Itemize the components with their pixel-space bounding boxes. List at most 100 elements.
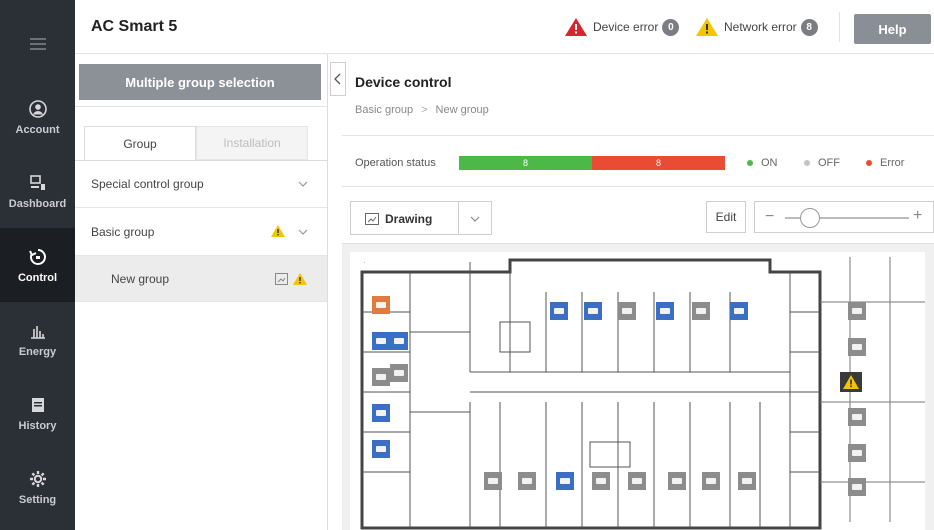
zoom-out-icon[interactable]: − (765, 208, 774, 226)
view-selector-label-wrap: Drawing (365, 212, 432, 226)
tree-item-basic-group[interactable]: Basic group (75, 208, 327, 256)
indoor-unit-off[interactable] (628, 472, 646, 490)
indoor-unit-off[interactable] (592, 472, 610, 490)
header-divider (839, 12, 840, 42)
ac-unit-icon (852, 308, 862, 314)
chevron-right-icon: > (421, 104, 428, 116)
nav-label-energy: Energy (18, 345, 57, 358)
device-error-indicator[interactable]: Device error 0 (565, 18, 680, 36)
ac-unit-icon (376, 446, 386, 452)
drawing-icon (275, 273, 288, 285)
edit-button[interactable]: Edit (706, 201, 746, 233)
tab-installation[interactable]: Installation (196, 126, 308, 160)
indoor-unit-off[interactable] (848, 338, 866, 356)
nav-item-history[interactable]: History (0, 376, 75, 450)
ac-unit-icon (488, 478, 498, 484)
ac-unit-icon (522, 478, 532, 484)
indoor-unit-off[interactable] (518, 472, 536, 490)
indoor-unit-off[interactable] (372, 368, 390, 386)
chevron-down-icon[interactable] (297, 226, 309, 238)
ac-unit-icon (596, 478, 606, 484)
legend-error: Error (866, 157, 904, 169)
breadcrumb-item[interactable]: New group (436, 104, 489, 116)
view-selector-dropdown[interactable]: Drawing (350, 201, 492, 235)
group-panel: Multiple group selection Group Installat… (75, 54, 328, 530)
ac-unit-icon (560, 478, 570, 484)
indoor-unit-error[interactable] (372, 296, 390, 314)
indoor-unit-off[interactable] (848, 444, 866, 462)
floor-plan (350, 252, 925, 530)
indoor-unit-on[interactable] (390, 332, 408, 350)
indoor-unit-off[interactable] (618, 302, 636, 320)
account-icon (28, 99, 48, 119)
ac-unit-icon (660, 308, 670, 314)
ac-unit-icon (852, 450, 862, 456)
nav-item-account[interactable]: Account (0, 80, 75, 154)
nav-label-account: Account (15, 123, 60, 136)
indoor-unit-warning[interactable] (840, 372, 862, 392)
indoor-unit-off[interactable] (390, 364, 408, 382)
tree-item-special-control-group[interactable]: Special control group (75, 160, 327, 208)
drawing-canvas[interactable] (342, 243, 934, 530)
ac-unit-icon (632, 478, 642, 484)
ac-unit-icon (742, 478, 752, 484)
zoom-in-icon[interactable]: + (913, 207, 922, 225)
legend-dot-on (747, 160, 753, 166)
ac-unit-icon (734, 308, 744, 314)
collapse-panel-button[interactable] (330, 62, 346, 96)
indoor-unit-off[interactable] (668, 472, 686, 490)
indoor-unit-on[interactable] (556, 472, 574, 490)
indoor-unit-off[interactable] (692, 302, 710, 320)
indoor-unit-on[interactable] (656, 302, 674, 320)
indoor-unit-off[interactable] (702, 472, 720, 490)
warning-icon (293, 273, 307, 285)
breadcrumb-item[interactable]: Basic group (355, 104, 413, 116)
indoor-unit-off[interactable] (848, 478, 866, 496)
legend-dot-error (866, 160, 872, 166)
operation-status-label: Operation status (355, 157, 436, 169)
zoom-handle[interactable] (800, 208, 820, 228)
tree-item-new-group[interactable]: New group (75, 256, 327, 302)
breadcrumb: Basic group > New group (355, 104, 489, 116)
legend-on: ON (747, 157, 778, 169)
main-divider (342, 135, 934, 136)
panel-divider (75, 106, 327, 107)
ac-unit-icon (394, 338, 404, 344)
network-warning-icon (696, 18, 718, 36)
menu-toggle-button[interactable] (0, 24, 75, 64)
indoor-unit-on[interactable] (550, 302, 568, 320)
ac-unit-icon (706, 478, 716, 484)
network-error-indicator[interactable]: Network error 8 (696, 18, 818, 36)
indoor-unit-off[interactable] (848, 408, 866, 426)
nav-label-control: Control (17, 271, 58, 284)
chevron-left-icon (334, 73, 341, 85)
multiple-group-selection-button[interactable]: Multiple group selection (79, 64, 321, 100)
warning-icon (271, 225, 285, 237)
ac-unit-icon (376, 302, 386, 308)
status-bar-error-segment: 8 (592, 156, 725, 170)
nav-item-energy[interactable]: Energy (0, 302, 75, 376)
chevron-down-icon[interactable] (469, 213, 481, 225)
nav-item-dashboard[interactable]: Dashboard (0, 154, 75, 228)
indoor-unit-off[interactable] (848, 302, 866, 320)
warning-icon (843, 375, 859, 389)
indoor-unit-on[interactable] (372, 404, 390, 422)
nav-item-control[interactable]: Control (0, 228, 75, 302)
zoom-slider[interactable]: − + (754, 201, 934, 233)
device-error-icon (565, 18, 587, 36)
nav-item-setting[interactable]: Setting (0, 450, 75, 524)
help-button[interactable]: Help (854, 14, 931, 44)
indoor-unit-off[interactable] (738, 472, 756, 490)
indoor-unit-on[interactable] (584, 302, 602, 320)
ac-unit-icon (852, 344, 862, 350)
ac-unit-icon (696, 308, 706, 314)
indoor-unit-on[interactable] (372, 332, 390, 350)
side-navigation: Account Dashboard Control Energy History… (0, 0, 75, 530)
indoor-unit-on[interactable] (730, 302, 748, 320)
indoor-unit-off[interactable] (484, 472, 502, 490)
indoor-unit-on[interactable] (372, 440, 390, 458)
ac-unit-icon (554, 308, 564, 314)
chevron-down-icon[interactable] (297, 178, 309, 190)
tab-group[interactable]: Group (84, 126, 196, 160)
ac-unit-icon (852, 414, 862, 420)
